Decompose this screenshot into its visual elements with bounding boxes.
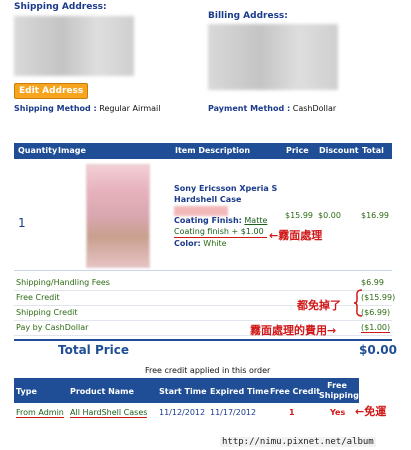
row-quantity: 1 bbox=[18, 216, 26, 230]
shipping-method: Shipping Method : Regular Airmail bbox=[14, 104, 160, 113]
shipping-method-label: Shipping Method : bbox=[14, 104, 97, 113]
col-total: Total bbox=[362, 146, 384, 155]
credit-table-caption: Free credit applied in this order bbox=[145, 366, 271, 375]
coating-value[interactable]: Matte bbox=[244, 216, 267, 225]
col-start-time: Start Time bbox=[159, 387, 207, 396]
billing-address-label: Billing Address: bbox=[208, 11, 288, 21]
credit-amount: 1 bbox=[289, 408, 295, 417]
shipping-address-label: Shipping Address: bbox=[14, 2, 107, 12]
credit-type: From Admin bbox=[16, 408, 64, 418]
summary-label: Pay by CashDollar bbox=[16, 323, 89, 332]
col-product-name: Product Name bbox=[70, 387, 134, 396]
credit-product-name[interactable]: All HardShell Cases bbox=[70, 408, 148, 418]
col-quantity: Quantity bbox=[18, 146, 58, 155]
row-price: $15.99 bbox=[285, 211, 313, 220]
payment-method: Payment Method : CashDollar bbox=[208, 104, 336, 113]
col-image: Image bbox=[58, 146, 86, 155]
summary-label: Shipping Credit bbox=[16, 308, 78, 317]
total-price-value: $0.00 bbox=[359, 343, 397, 357]
color-value: White bbox=[203, 239, 227, 248]
annotation-waived: 都免掉了 bbox=[297, 299, 341, 312]
col-price: Price bbox=[286, 146, 309, 155]
annotation-matte: ←霧面處理 bbox=[269, 229, 323, 242]
edit-address-button[interactable]: Edit Address bbox=[14, 83, 89, 99]
annotation-matte-fee: 霧面處理的費用→ bbox=[250, 324, 337, 337]
credit-table-header: Type Product Name Start Time Expired Tim… bbox=[14, 378, 359, 403]
col-free-credit: Free Credit bbox=[270, 387, 321, 396]
summary-label: Shipping/Handling Fees bbox=[16, 278, 110, 287]
billing-address-blurred bbox=[208, 24, 338, 90]
credit-table-row: From Admin All HardShell Cases 11/12/201… bbox=[14, 404, 359, 422]
summary-value: ($15.99) bbox=[361, 293, 396, 302]
payment-method-label: Payment Method : bbox=[208, 104, 291, 113]
summary-value: ($6.99) bbox=[361, 308, 391, 317]
item-title-line2: Hardshell Case bbox=[174, 195, 242, 204]
credit-free-shipping: Yes bbox=[330, 408, 346, 417]
row-discount: $0.00 bbox=[318, 211, 341, 220]
total-row: Total Price $0.00 bbox=[14, 339, 397, 359]
shipping-method-value: Regular Airmail bbox=[99, 104, 161, 113]
product-image[interactable] bbox=[86, 164, 150, 268]
total-price-label: Total Price bbox=[58, 343, 130, 357]
item-options: Coating Finish: Matte Coating finish + $… bbox=[174, 215, 268, 249]
summary-label: Free Credit bbox=[16, 293, 60, 302]
shipping-address-blurred bbox=[14, 16, 134, 76]
col-discount: Discount bbox=[319, 146, 359, 155]
col-free-shipping: Free Shipping bbox=[319, 381, 359, 400]
watermark: http://nimu.pixnet.net/album bbox=[220, 437, 376, 447]
summary-value: ($1.00) bbox=[361, 323, 391, 333]
order-table-header: Quantity Image Item Description Price Di… bbox=[14, 143, 392, 159]
item-description: Sony Ericsson Xperia S Hardshell Case bbox=[174, 183, 277, 216]
coating-label: Coating Finish: bbox=[174, 216, 242, 225]
coating-extra[interactable]: Coating finish + $1.00 bbox=[174, 226, 268, 238]
summary-row-shipping-fees: Shipping/Handling Fees $6.99 bbox=[14, 276, 392, 291]
credit-start-time: 11/12/2012 bbox=[159, 408, 206, 417]
annotation-free-shipping: ←免運 bbox=[355, 405, 387, 418]
credit-expired-time: 11/17/2012 bbox=[210, 408, 257, 417]
row-total: $16.99 bbox=[361, 211, 389, 220]
brace-annotation bbox=[354, 289, 363, 317]
col-item-description: Item Description bbox=[175, 146, 251, 155]
col-type: Type bbox=[16, 387, 37, 396]
color-label: Color: bbox=[174, 239, 201, 248]
item-title-line1: Sony Ericsson Xperia S bbox=[174, 184, 278, 193]
payment-method-value: CashDollar bbox=[292, 104, 337, 113]
col-expired-time: Expired Time bbox=[210, 387, 269, 396]
summary-value: $6.99 bbox=[361, 278, 384, 287]
